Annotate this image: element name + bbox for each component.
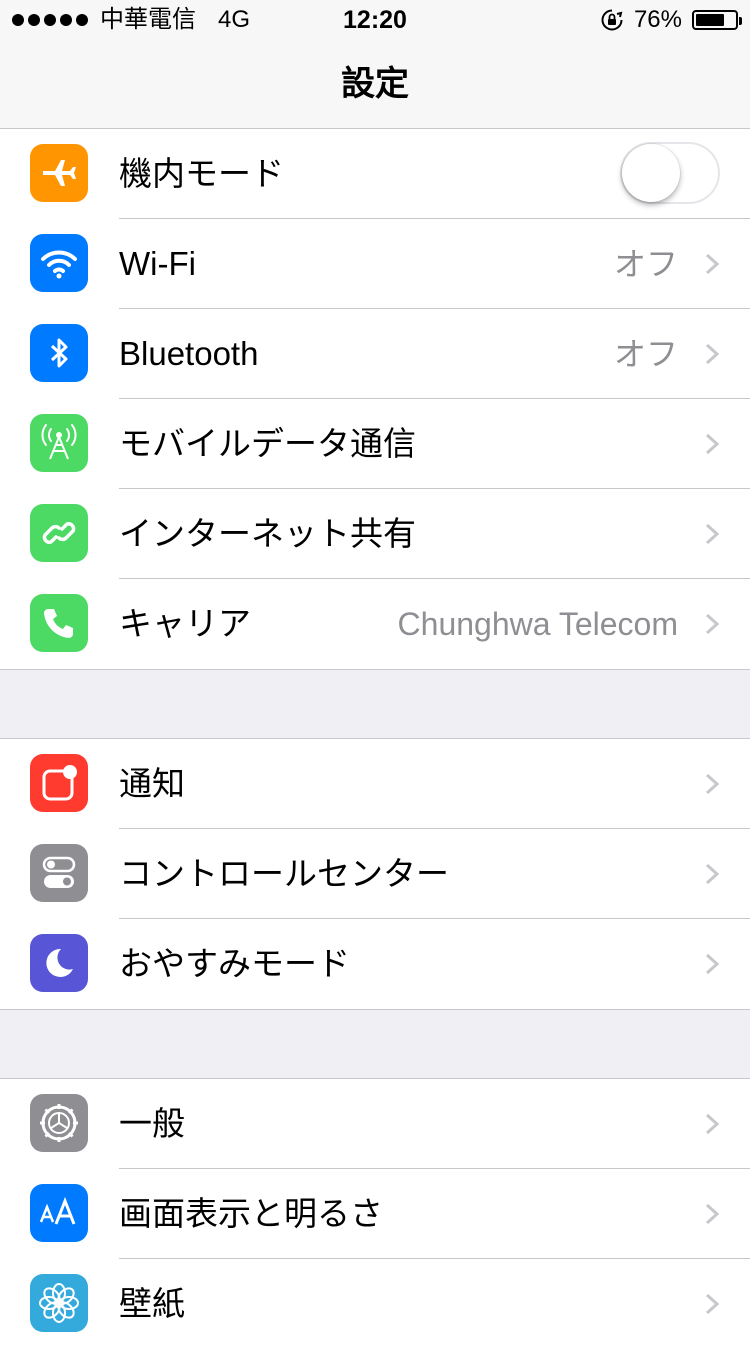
settings-group-notifications: 通知 コントロールセンター おやすみモード xyxy=(0,738,750,1010)
chevron-right-icon xyxy=(705,523,720,545)
phone-icon xyxy=(30,594,88,652)
gear-icon xyxy=(30,1094,88,1152)
wifi-icon xyxy=(30,234,88,292)
do-not-disturb-label: おやすみモード xyxy=(119,945,350,982)
notifications-row[interactable]: 通知 xyxy=(0,739,750,829)
chevron-right-icon xyxy=(705,1203,720,1225)
chevron-right-icon xyxy=(705,1293,720,1315)
carrier-value: Chunghwa Telecom xyxy=(397,606,678,642)
carrier-row[interactable]: キャリア Chunghwa Telecom xyxy=(0,579,750,669)
settings-group-connectivity: 機内モード Wi-Fi オフ Bluetooth オフ モバイルデータ通信 イン… xyxy=(0,128,750,670)
airplane-mode-toggle[interactable] xyxy=(620,142,720,204)
wifi-row[interactable]: Wi-Fi オフ xyxy=(0,219,750,309)
chevron-right-icon xyxy=(705,773,720,795)
bluetooth-icon xyxy=(30,324,88,382)
cellular-antenna-icon xyxy=(30,414,88,472)
general-label: 一般 xyxy=(119,1105,185,1142)
airplane-icon xyxy=(30,144,88,202)
chevron-right-icon xyxy=(705,343,720,365)
carrier-label: キャリア xyxy=(119,605,251,642)
chain-link-icon xyxy=(30,504,88,562)
display-brightness-label: 画面表示と明るさ xyxy=(119,1195,383,1232)
notifications-label: 通知 xyxy=(119,765,185,802)
airplane-mode-row: 機内モード xyxy=(0,129,750,219)
moon-icon xyxy=(30,934,88,992)
orientation-lock-icon xyxy=(601,9,623,31)
personal-hotspot-label: インターネット共有 xyxy=(119,515,416,552)
cellular-data-row[interactable]: モバイルデータ通信 xyxy=(0,399,750,489)
wallpaper-row[interactable]: 壁紙 xyxy=(0,1259,750,1349)
control-center-label: コントロールセンター xyxy=(119,855,449,892)
page-title: 設定 xyxy=(341,65,409,103)
status-bar: 中華電信 4G 12:20 76% xyxy=(0,0,750,40)
bluetooth-row[interactable]: Bluetooth オフ xyxy=(0,309,750,399)
cellular-data-label: モバイルデータ通信 xyxy=(119,425,416,462)
chevron-right-icon xyxy=(705,1113,720,1135)
wifi-status: オフ xyxy=(613,246,678,282)
chevron-right-icon xyxy=(705,433,720,455)
bluetooth-status: オフ xyxy=(613,336,678,372)
wifi-label: Wi-Fi xyxy=(119,245,196,282)
chevron-right-icon xyxy=(705,863,720,885)
settings-group-general: 一般 画面表示と明るさ 壁紙 xyxy=(0,1078,750,1349)
text-size-icon xyxy=(30,1184,88,1242)
chevron-right-icon xyxy=(705,953,720,975)
chevron-right-icon xyxy=(705,613,720,635)
toggles-icon xyxy=(30,844,88,902)
personal-hotspot-row[interactable]: インターネット共有 xyxy=(0,489,750,579)
battery-percentage: 76% xyxy=(633,6,682,33)
airplane-mode-label: 機内モード xyxy=(119,155,284,192)
battery-icon xyxy=(692,10,742,30)
flower-icon xyxy=(30,1274,88,1332)
chevron-right-icon xyxy=(705,253,720,275)
notifications-icon xyxy=(30,754,88,812)
bluetooth-label: Bluetooth xyxy=(119,335,259,372)
display-brightness-row[interactable]: 画面表示と明るさ xyxy=(0,1169,750,1259)
general-row[interactable]: 一般 xyxy=(0,1079,750,1169)
navigation-bar: 設定 xyxy=(0,40,750,129)
control-center-row[interactable]: コントロールセンター xyxy=(0,829,750,919)
do-not-disturb-row[interactable]: おやすみモード xyxy=(0,919,750,1009)
wallpaper-label: 壁紙 xyxy=(119,1285,185,1322)
